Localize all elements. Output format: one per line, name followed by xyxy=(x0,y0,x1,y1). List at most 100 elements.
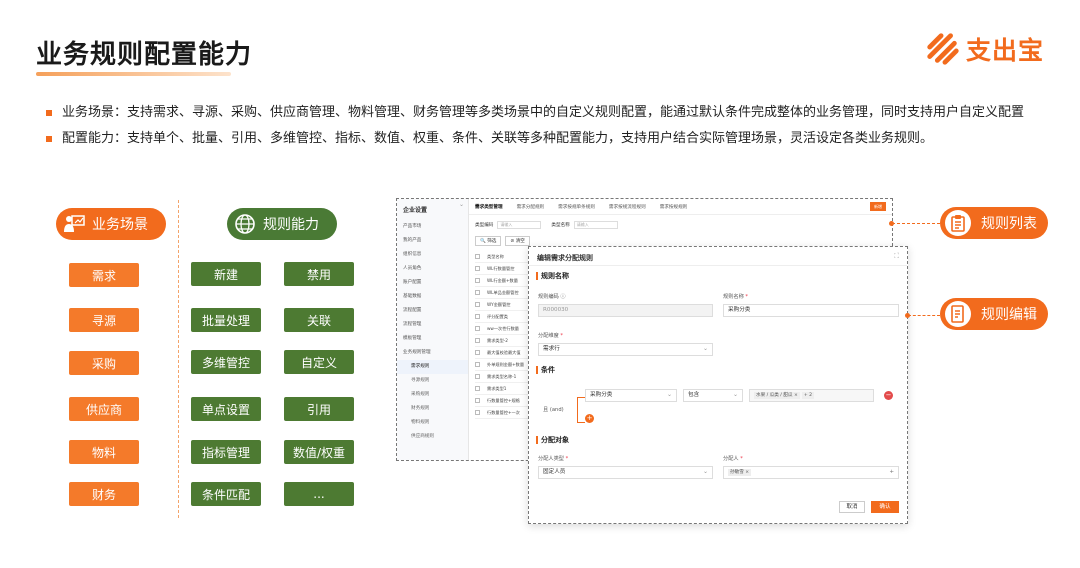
checkbox[interactable] xyxy=(475,386,480,391)
add-condition-icon[interactable]: + xyxy=(585,414,594,423)
capability-chip: 新建 xyxy=(191,262,261,286)
help-icon: ⓘ xyxy=(560,294,566,300)
sidebar-subitem[interactable]: 寻源规则 xyxy=(397,374,468,388)
divider xyxy=(178,200,179,518)
tab[interactable]: 需求按规规则 xyxy=(660,204,688,210)
table-row[interactable]: 需求类型-2 xyxy=(475,335,535,347)
callout-rule-edit: 规则编辑 xyxy=(940,298,1048,330)
checkbox[interactable] xyxy=(475,290,480,295)
checkbox[interactable] xyxy=(475,278,480,283)
search-button[interactable]: 🔍 筛选 xyxy=(475,236,502,246)
document-edit-icon xyxy=(945,301,971,327)
sidebar-item[interactable]: 组织信息 xyxy=(397,248,468,262)
name-input[interactable]: 采购分类 xyxy=(723,304,899,317)
row-text: 类型名称 xyxy=(487,253,504,259)
sidebar-item[interactable]: 业务规则管理 xyxy=(397,346,468,360)
table-row[interactable]: 评分配置类 xyxy=(475,311,535,323)
tab[interactable]: 需求按规流程规则 xyxy=(609,204,646,210)
checkbox[interactable] xyxy=(475,314,480,319)
table-row[interactable]: WL单品金额管控 xyxy=(475,287,535,299)
row-text: WL行数量管控 xyxy=(487,265,515,271)
table-row[interactable]: WY金额管控 xyxy=(475,299,535,311)
filter-name-label: 类型名称 xyxy=(551,223,570,228)
condition-field-select[interactable]: 采购分类 xyxy=(585,389,677,402)
sidebar-item[interactable]: 模板管理 xyxy=(397,332,468,346)
checkbox[interactable] xyxy=(475,362,480,367)
confirm-button[interactable]: 确认 xyxy=(871,501,899,513)
sidebar-item[interactable]: 产品市场 xyxy=(397,220,468,234)
new-button[interactable]: 新增 xyxy=(870,202,886,211)
value-tag: 水果 / 瓜类 / 甜瓜 × xyxy=(754,392,800,399)
checkbox[interactable] xyxy=(475,266,480,271)
scene-header-label: 业务场景 xyxy=(92,217,148,233)
sidebar-subitem[interactable]: 物料规则 xyxy=(397,416,468,430)
checkbox[interactable] xyxy=(475,338,480,343)
page-title: 业务规则配置能力 xyxy=(36,40,253,70)
checkbox[interactable] xyxy=(475,350,480,355)
checkbox[interactable] xyxy=(475,410,480,415)
sidebar-item[interactable]: 账户配置 xyxy=(397,276,468,290)
sidebar-subitem[interactable]: 需求规则 xyxy=(397,360,468,374)
capability-chip: 多维管控 xyxy=(191,350,261,374)
remove-condition-icon[interactable]: − xyxy=(884,391,893,400)
condition-value-select[interactable]: 水果 / 瓜类 / 甜瓜 × + 2 xyxy=(749,389,874,402)
checkbox[interactable] xyxy=(475,374,480,379)
target-type-select[interactable]: 固定人员 xyxy=(538,466,713,479)
tab[interactable]: 需求分配规则 xyxy=(517,204,545,210)
callout-rule-list-label: 规则列表 xyxy=(981,216,1037,232)
bullet-list: 业务场景：支持需求、寻源、采购、供应商管理、物料管理、财务管理等多类场景中的自定… xyxy=(46,100,1046,152)
scene-chip: 需求 xyxy=(69,263,139,287)
checkbox[interactable] xyxy=(475,326,480,331)
checkbox[interactable] xyxy=(475,398,480,403)
sidebar-subitem[interactable]: 供应商规则 xyxy=(397,430,468,444)
dimension-select[interactable]: 需求行 xyxy=(538,343,713,356)
sidebar-subitem[interactable]: 采购规则 xyxy=(397,388,468,402)
tab[interactable]: 需求类型管理 xyxy=(475,204,503,210)
bullet-scene: 业务场景：支持需求、寻源、采购、供应商管理、物料管理、财务管理等多类场景中的自定… xyxy=(46,100,1046,126)
clear-button[interactable]: ⊘ 清空 xyxy=(505,236,530,246)
globe-icon xyxy=(233,212,257,236)
expand-icon[interactable]: ⛶ xyxy=(894,252,899,261)
row-text: 需求类型1 xyxy=(487,385,507,391)
tab[interactable]: 需求按规单条规则 xyxy=(558,204,595,210)
capability-chip: 批量处理 xyxy=(191,308,261,332)
assignee-tag: 孙敏雪 × xyxy=(728,469,752,476)
table-row[interactable]: 需求类型名称-1 xyxy=(475,371,535,383)
cancel-button[interactable]: 取消 xyxy=(839,501,865,513)
sidebar-item[interactable]: 人员角色 xyxy=(397,262,468,276)
logo-text: 支出宝 xyxy=(965,36,1044,65)
assignee-select[interactable]: 孙敏雪 × + xyxy=(723,466,899,479)
checkbox[interactable] xyxy=(475,302,480,307)
table-row[interactable]: 需求类型1 xyxy=(475,383,535,395)
checkbox[interactable] xyxy=(475,254,480,259)
table-row[interactable]: WL行数量管控 xyxy=(475,263,535,275)
name-label: 规则名称 * xyxy=(723,294,749,300)
condition-operator-select[interactable]: 包含 xyxy=(683,389,743,402)
table-row[interactable]: 行数量管控+规格 xyxy=(475,395,535,407)
table-row[interactable]: 行数量管控+一次 xyxy=(475,407,535,419)
table-row[interactable]: 外单规则金额+数量 xyxy=(475,359,535,371)
row-text: 最大值校验最大值 xyxy=(487,349,521,355)
code-input[interactable]: R000030 xyxy=(538,304,713,317)
target-type-label-text: 分配人类型 xyxy=(538,456,564,462)
capability-chip: 单点设置 xyxy=(191,397,261,421)
rule-edit-modal: 编辑需求分配规则 ⛶ 规则名称 规则编码 ⓘ R000030 规则名称 * 采购… xyxy=(528,246,908,524)
tab-bar: 需求类型管理 需求分配规则 需求按规单条规则 需求按规流程规则 需求按规规则 xyxy=(469,199,892,215)
scene-chip: 采购 xyxy=(69,351,139,375)
table-row[interactable]: 最大值校验最大值 xyxy=(475,347,535,359)
filter-name-input[interactable]: 请输入 xyxy=(573,221,618,229)
add-assignee-icon[interactable]: + xyxy=(889,467,894,478)
condition-bracket xyxy=(577,397,585,423)
connector-line xyxy=(892,223,940,224)
sidebar-item[interactable]: 基础数据 xyxy=(397,290,468,304)
filter-code-input[interactable]: 请输入 xyxy=(497,221,542,229)
sidebar-subitem[interactable]: 财务规则 xyxy=(397,402,468,416)
sidebar-item[interactable]: 我的产品 xyxy=(397,234,468,248)
table-row[interactable]: WL行金额+数量 xyxy=(475,275,535,287)
sidebar-item[interactable]: 流程管理 xyxy=(397,318,468,332)
code-label-text: 规则编码 xyxy=(538,294,559,300)
sidebar-item[interactable]: 流程配置 xyxy=(397,304,468,318)
table-row[interactable]: ww一次性行数量 xyxy=(475,323,535,335)
table-header: 类型名称 xyxy=(475,251,535,263)
zhichubao-logo-icon xyxy=(927,33,959,65)
